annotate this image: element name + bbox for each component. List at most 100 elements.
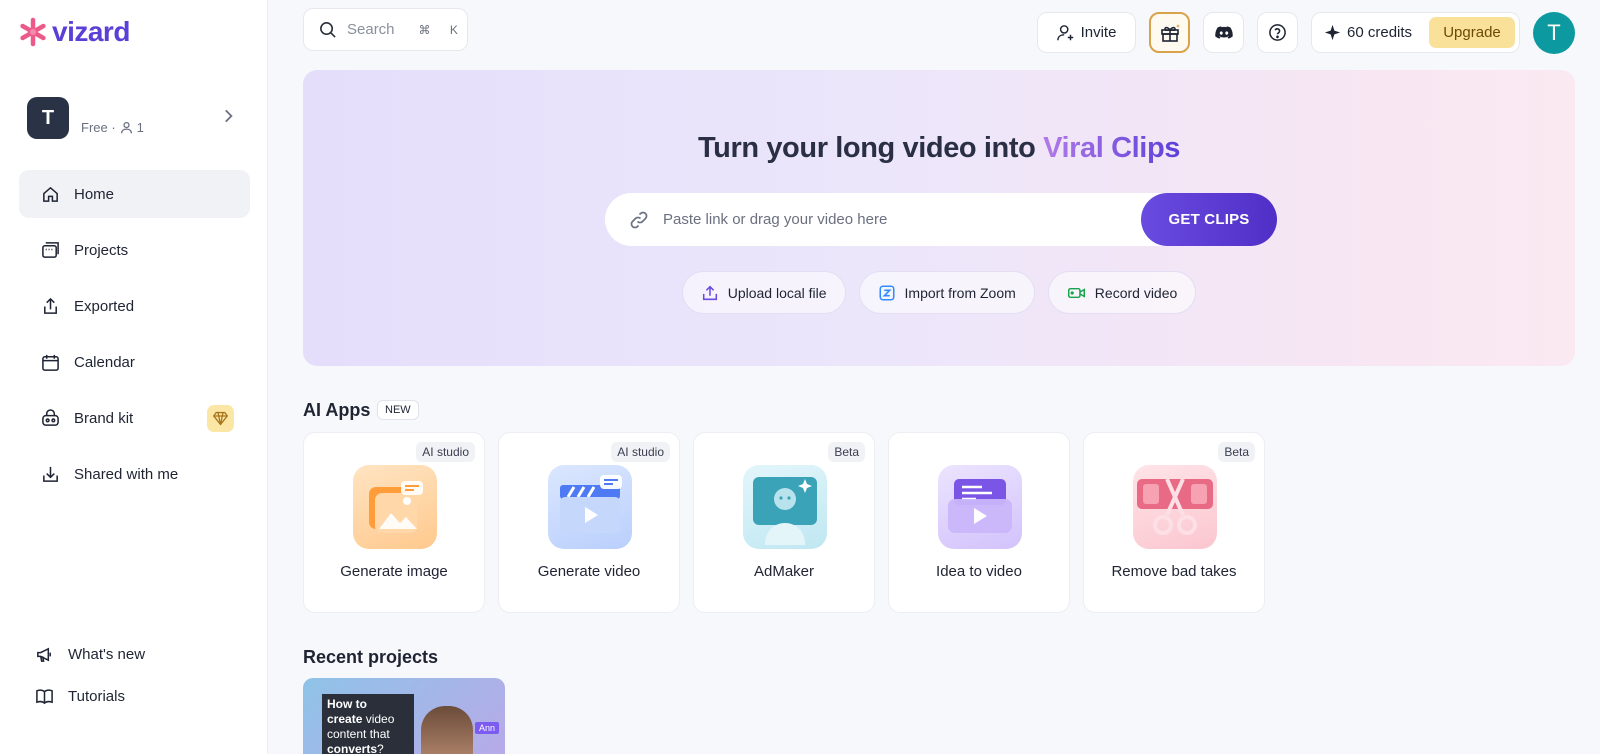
sidebar-item-label: Tutorials <box>68 687 125 705</box>
record-video-button[interactable]: Record video <box>1047 271 1197 314</box>
sidebar-item-calendar[interactable]: Calendar <box>19 338 250 386</box>
search-box[interactable]: Search ⌘ K <box>303 8 468 51</box>
upload-icon <box>702 285 717 300</box>
help-button[interactable] <box>1257 12 1298 53</box>
discord-icon <box>1214 25 1233 39</box>
search-icon <box>320 22 336 38</box>
invite-label: Invite <box>1080 24 1117 41</box>
app-label: Remove bad takes <box>1111 563 1237 580</box>
app-label: Idea to video <box>936 563 1022 580</box>
recent-projects-title: Recent projects <box>303 647 439 667</box>
shared-icon <box>43 466 58 482</box>
caption-line: How to <box>327 697 367 711</box>
sidebar-item-exported[interactable]: Exported <box>19 282 250 330</box>
caption-word: ? <box>377 742 384 754</box>
app-label: Generate video <box>537 563 641 580</box>
sidebar-item-tutorials[interactable]: Tutorials <box>35 682 145 710</box>
app-card-remove-bad-takes[interactable]: Beta Remove bad takes <box>1083 432 1265 613</box>
invite-button[interactable]: Invite <box>1037 12 1136 53</box>
get-clips-button[interactable]: GET CLIPS <box>1141 193 1277 246</box>
caption-word: converts <box>327 742 378 754</box>
app-card-generate-video[interactable]: AI studio Generate video <box>498 432 680 613</box>
app-tag: Beta <box>828 442 865 462</box>
sidebar-item-home[interactable]: Home <box>19 170 250 218</box>
book-icon <box>36 688 53 704</box>
diamond-icon <box>212 411 229 426</box>
brand-name: vizard <box>52 16 130 47</box>
sidebar-item-label: Exported <box>74 297 135 315</box>
import-label: Record video <box>1094 284 1178 301</box>
sidebar-item-label: Projects <box>74 241 129 259</box>
hero-title-accent: Viral Clips <box>1043 132 1180 164</box>
app-label: AdMaker <box>753 563 815 580</box>
sidebar-item-shared[interactable]: Shared with me <box>19 450 250 498</box>
sidebar-item-label: What's new <box>68 645 146 663</box>
sidebar-item-whats-new[interactable]: What's new <box>35 640 145 668</box>
caption-line: content that <box>327 727 390 741</box>
workspace-meta: Free · 1 <box>81 120 144 135</box>
hero-title: Turn your long video into Viral Clips <box>303 132 1575 165</box>
presenter-image <box>421 706 473 754</box>
workspace-members: 1 <box>136 119 144 135</box>
zoom-icon <box>879 284 895 301</box>
megaphone-icon <box>37 647 51 662</box>
camera-icon <box>1067 287 1085 298</box>
hero-title-main: Turn your long video into <box>698 132 1044 164</box>
credits-widget: 60 credits Upgrade <box>1311 12 1520 53</box>
chevron-right-icon <box>225 109 233 123</box>
caption-word: video <box>362 712 395 726</box>
thumbnail-caption: How to create video content that convert… <box>322 694 414 754</box>
sidebar: vizard T Free · 1 Home Projects Exported… <box>0 0 268 754</box>
brand-kit-icon <box>42 408 59 426</box>
vizard-logo[interactable]: vizard <box>18 16 130 48</box>
upgrade-button[interactable]: Upgrade <box>1429 17 1515 48</box>
hero-panel: Turn your long video into Viral Clips Pa… <box>303 70 1575 366</box>
remove-bad-takes-icon <box>1133 465 1217 549</box>
vizard-asterisk-icon <box>20 17 46 47</box>
search-input[interactable]: Search <box>347 21 395 38</box>
new-badge: NEW <box>377 400 419 420</box>
workspace-switcher[interactable]: T Free · 1 <box>27 96 247 140</box>
sidebar-item-label: Home <box>74 185 115 203</box>
admaker-icon <box>743 465 827 549</box>
sidebar-item-projects[interactable]: Projects <box>19 226 250 274</box>
app-tag: Beta <box>1218 442 1255 462</box>
add-user-icon <box>1056 24 1073 40</box>
secondary-nav: What's new Tutorials <box>35 640 145 724</box>
sparkle-icon <box>1324 24 1341 41</box>
app-tag: AI studio <box>611 442 670 462</box>
import-options: Upload local file Import from Zoom Recor… <box>303 271 1575 314</box>
upload-local-file-button[interactable]: Upload local file <box>681 271 846 314</box>
calendar-icon <box>42 354 59 371</box>
app-card-idea-to-video[interactable]: Idea to video <box>888 432 1070 613</box>
search-shortcut: ⌘ K <box>418 22 466 37</box>
import-from-zoom-button[interactable]: Import from Zoom <box>858 271 1035 314</box>
generate-image-icon <box>353 465 437 549</box>
app-card-admaker[interactable]: Beta AdMaker <box>693 432 875 613</box>
link-icon <box>630 211 648 228</box>
workspace-avatar: T <box>27 97 69 139</box>
help-icon <box>1269 24 1286 41</box>
projects-icon <box>42 241 59 258</box>
import-label: Upload local file <box>727 284 827 301</box>
sidebar-item-brand-kit[interactable]: Brand kit <box>19 394 250 442</box>
speaker-tag: Ann <box>475 722 500 734</box>
app-label: Generate image <box>340 563 448 580</box>
generate-video-icon <box>548 465 632 549</box>
video-link-placeholder: Paste link or drag your video here <box>663 211 888 228</box>
member-icon <box>120 121 132 133</box>
discord-button[interactable] <box>1203 12 1244 53</box>
workspace-plan: Free · <box>81 119 116 135</box>
premium-badge <box>207 405 234 432</box>
export-icon <box>44 297 57 314</box>
sidebar-item-label: Brand kit <box>74 409 134 427</box>
user-avatar[interactable]: T <box>1533 12 1575 54</box>
recent-project-thumbnail[interactable]: How to create video content that convert… <box>303 678 505 754</box>
idea-to-video-icon <box>938 465 1022 549</box>
video-link-input[interactable]: Paste link or drag your video here GET C… <box>605 193 1277 246</box>
import-label: Import from Zoom <box>904 284 1016 301</box>
caption-word: create <box>327 712 363 726</box>
gift-button[interactable] <box>1149 12 1190 53</box>
app-tag: AI studio <box>416 442 475 462</box>
app-card-generate-image[interactable]: AI studio Generate image <box>303 432 485 613</box>
